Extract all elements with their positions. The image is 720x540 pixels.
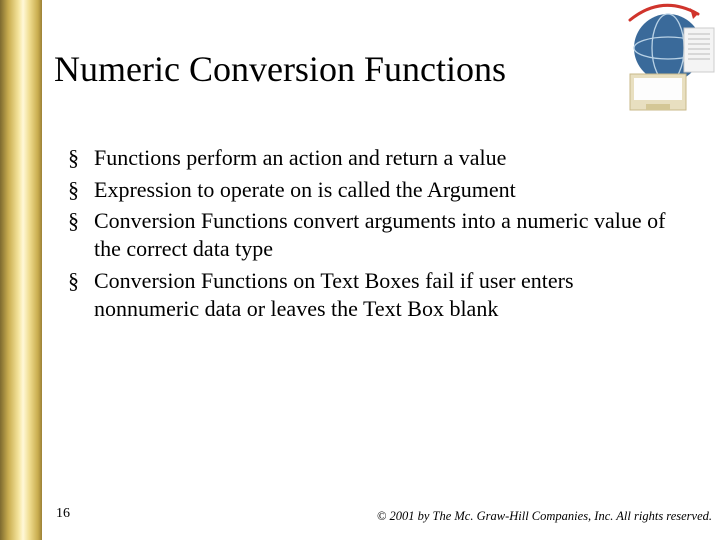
bullet-list: Functions perform an action and return a…: [68, 144, 668, 326]
slide-title: Numeric Conversion Functions: [54, 48, 506, 90]
list-item: Expression to operate on is called the A…: [68, 176, 668, 204]
corner-graphic: [590, 0, 720, 120]
list-item: Functions perform an action and return a…: [68, 144, 668, 172]
list-item: Conversion Functions on Text Boxes fail …: [68, 267, 668, 322]
list-item: Conversion Functions convert arguments i…: [68, 207, 668, 262]
page-number: 16: [56, 506, 70, 522]
decorative-gold-strip: [0, 0, 42, 540]
copyright: © 2001 by The Mc. Graw-Hill Companies, I…: [377, 509, 712, 524]
